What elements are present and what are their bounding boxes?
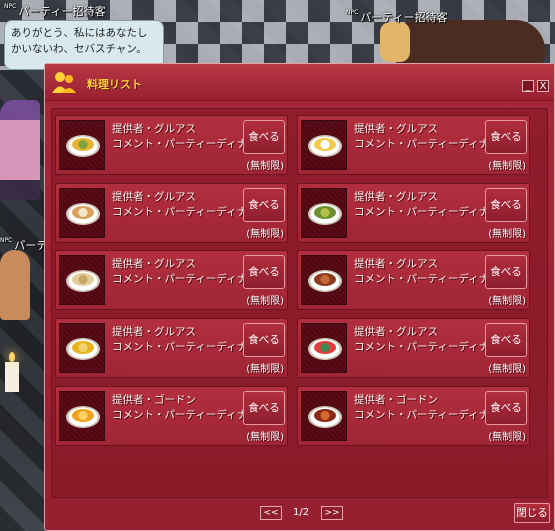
limit-text: (無制限) [246, 296, 284, 307]
food-list-item: 提供者・グルアスコメント・パーティーディナー 食べる (無制限) [55, 183, 288, 243]
npc-name-label: NPC パーティー招待客 [346, 9, 448, 24]
player-character[interactable] [0, 100, 40, 200]
provider-text: 提供者・グルアス [354, 326, 438, 338]
close-x-button[interactable]: X [537, 80, 549, 92]
food-list-item: 提供者・グルアスコメント・パーティーディナー 食べる (無制限) [297, 115, 530, 175]
eat-button[interactable]: 食べる [243, 188, 285, 222]
candle [5, 352, 19, 392]
food-list-item: 提供者・グルアスコメント・パーティーディナー 食べる (無制限) [55, 250, 288, 310]
cocktail-icon [59, 120, 105, 170]
provider-text: 提供者・グルアス [354, 258, 438, 270]
provider-text: 提供者・グルアス [112, 258, 196, 270]
npc-figure[interactable] [380, 22, 410, 62]
food-shape [72, 138, 94, 151]
provider-text: 提供者・グルアス [112, 123, 196, 135]
omelette-icon [59, 391, 105, 441]
food-shape [314, 206, 336, 219]
food-list-item: 提供者・ゴードンコメント・パーティーディナー 食べる (無制限) [55, 386, 288, 446]
provider-text: 提供者・グルアス [112, 191, 196, 203]
food-list-item: 提供者・グルアスコメント・パーティーディナー 食べる (無制限) [297, 250, 530, 310]
food-shape [314, 409, 336, 422]
food-shape [72, 409, 94, 422]
comment-text: コメント・パーティーディナー [354, 409, 500, 421]
provider-text: 提供者・グルアス [354, 191, 438, 203]
comment-text: コメント・パーティーディナー [354, 138, 500, 150]
sushi-icon [301, 323, 347, 373]
npc-name-label: NPC パーティー招待客 [4, 3, 106, 18]
provider-text: 提供者・グルアス [112, 326, 196, 338]
food-list-item: 提供者・ゴードンコメント・パーティーディナー 食べる (無制限) [297, 386, 530, 446]
limit-text: (無制限) [246, 229, 284, 240]
piano [395, 20, 545, 65]
comment-text: コメント・パーティーディナー [112, 206, 258, 218]
limit-text: (無制限) [488, 364, 526, 375]
provider-text: 提供者・ゴードン [112, 394, 196, 406]
cake-icon [59, 188, 105, 238]
comment-text: コメント・パーティーディナー [112, 409, 258, 421]
provider-text: 提供者・グルアス [354, 123, 438, 135]
npc-figure-left[interactable] [0, 250, 30, 320]
food-list-item: 提供者・グルアスコメント・パーティーディナー 食べる (無制限) [297, 318, 530, 378]
limit-text: (無制限) [488, 229, 526, 240]
window-titlebar[interactable]: 料理リスト _ X [45, 64, 554, 101]
food-shape [72, 341, 94, 354]
eat-button[interactable]: 食べる [485, 120, 527, 154]
limit-text: (無制限) [246, 161, 284, 172]
party-people-icon [52, 72, 76, 93]
food-shape [72, 206, 94, 219]
limit-text: (無制限) [488, 432, 526, 443]
comment-text: コメント・パーティーディナー [354, 273, 500, 285]
curry-icon [59, 323, 105, 373]
eat-button[interactable]: 食べる [243, 323, 285, 357]
window-title: 料理リスト [87, 78, 142, 91]
comment-text: コメント・パーティーディナー [112, 273, 258, 285]
next-page-button[interactable]: >> [321, 506, 343, 520]
limit-text: (無制限) [488, 161, 526, 172]
eat-button[interactable]: 食べる [485, 323, 527, 357]
eat-button[interactable]: 食べる [243, 120, 285, 154]
pasta-icon [59, 255, 105, 305]
comment-text: コメント・パーティーディナー [112, 341, 258, 353]
limit-text: (無制限) [488, 296, 526, 307]
limit-text: (無制限) [246, 432, 284, 443]
food-shape [314, 341, 336, 354]
comment-text: コメント・パーティーディナー [354, 206, 500, 218]
page-indicator: 1/2 [293, 507, 310, 518]
food-list-item: 提供者・グルアスコメント・パーティーディナー 食べる (無制限) [55, 115, 288, 175]
close-button[interactable]: 閉じる [514, 503, 550, 523]
eat-button[interactable]: 食べる [485, 188, 527, 222]
comment-text: コメント・パーティーディナー [354, 341, 500, 353]
food-list-item: 提供者・グルアスコメント・パーティーディナー 食べる (無制限) [297, 183, 530, 243]
steak-icon [301, 255, 347, 305]
eat-button[interactable]: 食べる [243, 255, 285, 289]
eat-button[interactable]: 食べる [243, 391, 285, 425]
eat-button[interactable]: 食べる [485, 391, 527, 425]
fried-egg-icon [301, 120, 347, 170]
prev-page-button[interactable]: << [260, 506, 282, 520]
food-shape [314, 273, 336, 286]
food-shape [314, 138, 336, 151]
food-shape [72, 273, 94, 286]
comment-text: コメント・パーティーディナー [112, 138, 258, 150]
limit-text: (無制限) [246, 364, 284, 375]
minimize-button[interactable]: _ [522, 80, 534, 92]
food-list-window: 料理リスト _ X 提供者・グルアス コメント・パーティーディナー 食べる (無制限)… [44, 63, 555, 531]
eat-button[interactable]: 食べる [485, 255, 527, 289]
provider-text: 提供者・ゴードン [354, 394, 438, 406]
salad-icon [301, 188, 347, 238]
meat-dish-icon [301, 391, 347, 441]
food-list-item: 提供者・グルアスコメント・パーティーディナー 食べる (無制限) [55, 318, 288, 378]
